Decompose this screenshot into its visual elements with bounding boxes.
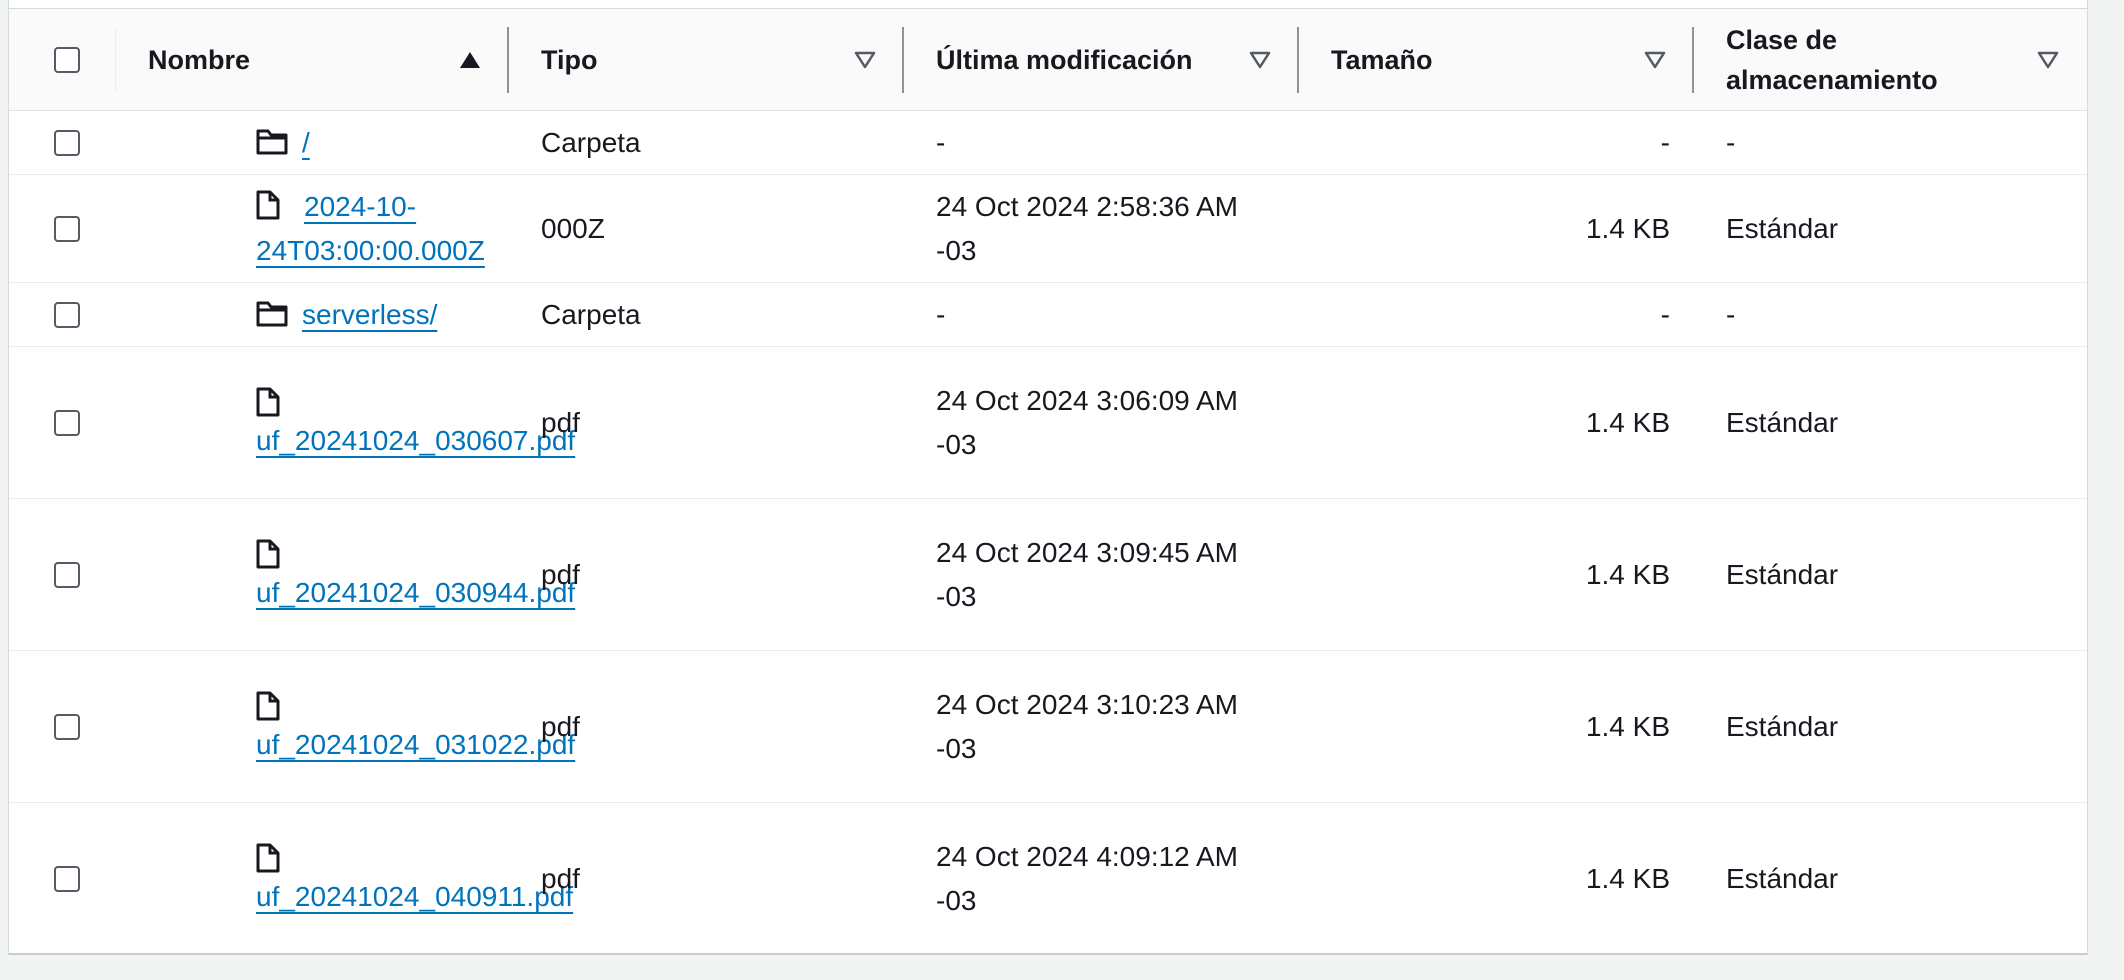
table-header-row: Nombre Tipo Última modificación Tamaño C… bbox=[9, 9, 2087, 111]
last-modified-timezone: -03 bbox=[936, 428, 977, 460]
last-modified-timezone: -03 bbox=[936, 234, 977, 266]
objects-table: Nombre Tipo Última modificación Tamaño C… bbox=[9, 9, 2087, 954]
object-storage-class: Estándar bbox=[1694, 650, 2087, 803]
object-name-link[interactable]: uf_20241024_030944.pdf bbox=[256, 571, 586, 615]
object-last-modified: 24 Oct 2024 3:09:45 AM -03 bbox=[904, 498, 1299, 651]
sort-caret-down-icon[interactable] bbox=[1644, 51, 1666, 69]
last-modified-datetime: 24 Oct 2024 3:09:45 AM bbox=[936, 536, 1238, 568]
select-all-header bbox=[9, 9, 116, 111]
column-header-label: Tipo bbox=[541, 44, 598, 75]
last-modified-timezone: -03 bbox=[936, 884, 977, 916]
table-row[interactable]: uf_20241024_031022.pdf pdf 24 Oct 2024 3… bbox=[9, 650, 2087, 803]
select-all-checkbox[interactable] bbox=[54, 46, 80, 73]
last-modified-datetime: 24 Oct 2024 2:58:36 AM bbox=[936, 190, 1238, 222]
row-checkbox[interactable] bbox=[54, 129, 80, 156]
object-name-link[interactable]: 2024-10-24T03:00:00.000Z bbox=[256, 191, 485, 266]
object-name-link[interactable]: uf_20241024_031022.pdf bbox=[256, 723, 586, 767]
object-storage-class: - bbox=[1694, 110, 2087, 175]
object-name-link[interactable]: uf_20241024_040911.pdf bbox=[256, 875, 586, 919]
object-size: 1.4 KB bbox=[1585, 862, 1670, 894]
object-size: 1.4 KB bbox=[1299, 650, 1694, 803]
object-size: - bbox=[1299, 282, 1694, 347]
object-type: pdf bbox=[509, 650, 904, 803]
file-icon bbox=[256, 687, 485, 723]
object-type: 000Z bbox=[509, 174, 904, 283]
table-row[interactable]: serverless/ Carpeta - - - bbox=[9, 282, 2087, 347]
object-last-modified: - bbox=[904, 282, 1299, 347]
object-size: 1.4 KB bbox=[1299, 498, 1694, 651]
column-header-label: Nombre bbox=[148, 44, 251, 75]
file-icon bbox=[256, 190, 280, 220]
object-last-modified: - bbox=[904, 110, 1299, 175]
object-last-modified: 24 Oct 2024 4:09:12 AM -03 bbox=[904, 803, 1299, 955]
file-icon bbox=[256, 383, 485, 419]
object-size: 1.4 KB bbox=[1299, 174, 1694, 283]
row-checkbox[interactable] bbox=[54, 301, 80, 328]
last-modified-datetime: 24 Oct 2024 3:10:23 AM bbox=[936, 688, 1238, 720]
object-type: Carpeta bbox=[509, 110, 904, 175]
folder-icon bbox=[256, 298, 288, 328]
object-name-link[interactable]: serverless/ bbox=[302, 299, 437, 330]
column-header-ultima-modificacion[interactable]: Última modificación bbox=[904, 9, 1299, 111]
row-checkbox[interactable] bbox=[54, 215, 80, 242]
objects-table-container: Nombre Tipo Última modificación Tamaño C… bbox=[8, 0, 2088, 955]
file-icon bbox=[256, 535, 485, 571]
sort-caret-down-icon[interactable] bbox=[854, 51, 876, 69]
object-storage-class: Estándar bbox=[1694, 498, 2087, 651]
table-row[interactable]: uf_20241024_040911.pdf pdf 24 Oct 2024 4… bbox=[9, 803, 2087, 955]
row-checkbox[interactable] bbox=[54, 561, 80, 588]
column-header-tamano[interactable]: Tamaño bbox=[1299, 9, 1694, 111]
row-checkbox[interactable] bbox=[54, 865, 80, 892]
object-last-modified: 24 Oct 2024 3:10:23 AM -03 bbox=[904, 650, 1299, 803]
column-header-tipo[interactable]: Tipo bbox=[509, 9, 904, 111]
object-name-link[interactable]: / bbox=[302, 127, 310, 158]
last-modified-timezone: -03 bbox=[936, 580, 977, 612]
table-row[interactable]: uf_20241024_030607.pdf pdf 24 Oct 2024 3… bbox=[9, 346, 2087, 499]
object-last-modified: 24 Oct 2024 3:06:09 AM -03 bbox=[904, 346, 1299, 499]
object-type: pdf bbox=[509, 346, 904, 499]
object-size: - bbox=[1299, 110, 1694, 175]
folder-icon bbox=[256, 126, 288, 156]
table-row[interactable]: 2024-10-24T03:00:00.000Z 000Z 24 Oct 202… bbox=[9, 174, 2087, 283]
column-header-label: Clase de almacenamiento bbox=[1726, 24, 1938, 95]
object-storage-class: - bbox=[1694, 282, 2087, 347]
sort-ascending-icon[interactable] bbox=[459, 51, 481, 69]
object-type: pdf bbox=[541, 862, 580, 894]
row-checkbox[interactable] bbox=[54, 409, 80, 436]
object-storage-class: Estándar bbox=[1726, 862, 1839, 894]
file-icon bbox=[256, 839, 485, 875]
object-storage-class: Estándar bbox=[1694, 174, 2087, 283]
column-header-nombre[interactable]: Nombre bbox=[116, 9, 509, 111]
table-row[interactable]: uf_20241024_030944.pdf pdf 24 Oct 2024 3… bbox=[9, 498, 2087, 651]
object-name-link[interactable]: uf_20241024_030607.pdf bbox=[256, 419, 586, 463]
last-modified-datetime: 24 Oct 2024 4:09:12 AM bbox=[936, 840, 1238, 872]
object-type: Carpeta bbox=[509, 282, 904, 347]
object-last-modified: 24 Oct 2024 2:58:36 AM -03 bbox=[904, 174, 1299, 283]
column-header-clase-de-almacenamiento[interactable]: Clase de almacenamiento bbox=[1694, 9, 2087, 111]
table-row[interactable]: / Carpeta - - - bbox=[9, 110, 2087, 175]
sort-caret-down-icon[interactable] bbox=[2037, 51, 2059, 69]
last-modified-timezone: -03 bbox=[936, 732, 977, 764]
column-header-label: Última modificación bbox=[936, 44, 1193, 75]
column-header-label: Tamaño bbox=[1331, 44, 1433, 75]
object-size: 1.4 KB bbox=[1299, 346, 1694, 499]
row-checkbox[interactable] bbox=[54, 713, 80, 740]
last-modified-datetime: 24 Oct 2024 3:06:09 AM bbox=[936, 384, 1238, 416]
object-type: pdf bbox=[509, 498, 904, 651]
object-storage-class: Estándar bbox=[1694, 346, 2087, 499]
sort-caret-down-icon[interactable] bbox=[1249, 51, 1271, 69]
